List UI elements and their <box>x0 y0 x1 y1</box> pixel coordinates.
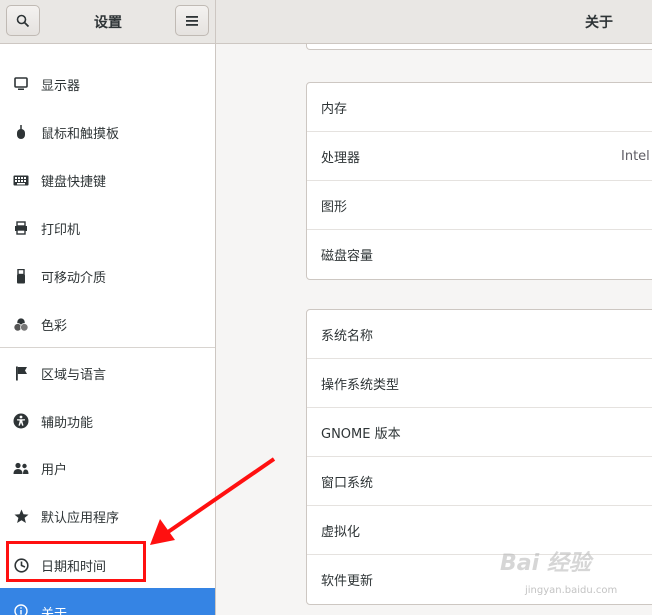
annotation-arrow <box>150 457 276 545</box>
watermark-url: jingyan.baidu.com <box>525 585 618 596</box>
watermark: Bai 经验 <box>500 551 591 576</box>
